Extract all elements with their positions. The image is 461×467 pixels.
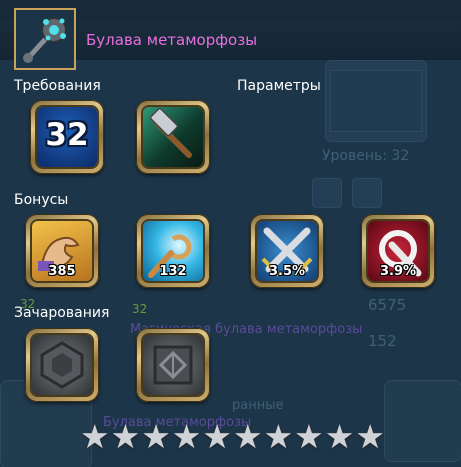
bg-level-text: Уровень: 32: [322, 148, 410, 164]
bg-value-b: 152: [368, 332, 397, 350]
bonus-slot-crit[interactable]: 3.9%: [361, 214, 435, 288]
star-icon: ★: [80, 417, 110, 456]
star-icon: ★: [355, 417, 385, 456]
star-icon: ★: [171, 417, 202, 456]
bonus-slot-staff[interactable]: 132: [136, 214, 210, 288]
item-icon[interactable]: [14, 8, 76, 70]
level-requirement-value: 32: [45, 117, 89, 153]
star-icon: ★: [141, 417, 171, 456]
rune-glyph-icon: [153, 345, 193, 385]
bonus-value-staff: 132: [159, 264, 187, 279]
star-icon: ★: [294, 417, 324, 456]
level-requirement-slot[interactable]: 32: [30, 100, 104, 174]
star-icon: ★: [263, 417, 294, 456]
star-icon: ★: [324, 417, 355, 456]
bonus-slot-swords[interactable]: 3.5%: [250, 214, 324, 288]
empty-rune-slot-icon: [40, 341, 84, 389]
enchant-slot-1[interactable]: [25, 328, 99, 402]
weapon-type-slot[interactable]: [136, 100, 210, 174]
bonus-slot-strength[interactable]: 385: [25, 214, 99, 288]
mace-icon: [16, 10, 74, 68]
bg-faded-d: ранные: [232, 398, 284, 413]
bonus-value-crit: 3.9%: [379, 264, 417, 279]
hammer-icon: [149, 107, 192, 158]
star-icon: ★: [202, 417, 232, 456]
bonus-value-swords: 3.5%: [268, 264, 306, 279]
parameters-label: Параметры: [237, 78, 321, 94]
bonuses-label: Бонусы: [14, 192, 69, 208]
star-icon: ★: [110, 417, 141, 456]
item-title: Булава метаморфозы: [86, 31, 258, 49]
enchant-slot-2[interactable]: [136, 328, 210, 402]
bg-faded-b: 32: [132, 302, 148, 316]
star-icon: ★: [232, 417, 263, 456]
star-rating: ★ ★ ★ ★ ★ ★ ★ ★ ★ ★: [80, 420, 385, 453]
bonus-value-strength: 385: [48, 264, 76, 279]
enchantments-label: Зачарования: [14, 305, 110, 321]
requirements-label: Требования: [14, 78, 101, 94]
bg-value-a: 6575: [368, 296, 407, 314]
